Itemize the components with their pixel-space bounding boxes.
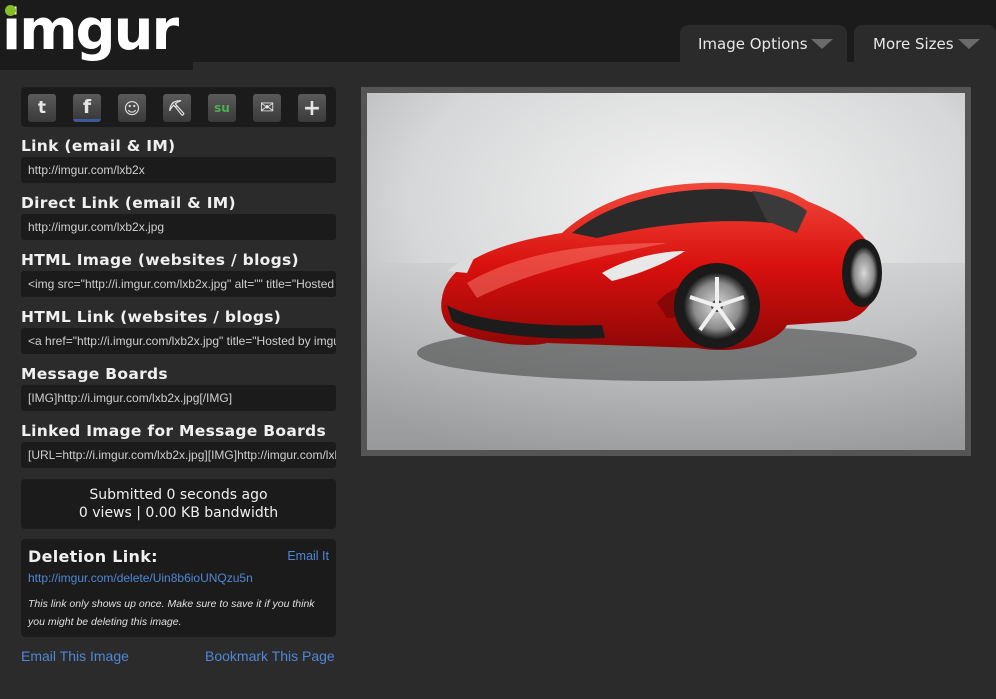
views-text: 0 views | 0.00 KB bandwidth	[78, 505, 279, 521]
reddit-icon[interactable]: ☺	[118, 94, 146, 122]
email-it-link[interactable]: Email It	[287, 549, 329, 563]
email-this-image-link[interactable]: Email This Image	[21, 648, 129, 664]
html-link-label: HTML Link (websites / blogs)	[21, 308, 282, 326]
car-photo	[367, 93, 965, 450]
bookmark-page-link[interactable]: Bookmark This Page	[205, 648, 335, 664]
share-bar: t f ☺ ⛏ su ✉ +	[21, 87, 336, 127]
direct-link-label: Direct Link (email & IM)	[21, 194, 236, 212]
linked-image-field[interactable]: [URL=http://i.imgur.com/lxb2x.jpg][IMG]h…	[21, 442, 336, 468]
email-icon[interactable]: ✉	[253, 94, 281, 122]
link-label: Link (email & IM)	[21, 137, 176, 155]
deletion-panel: Deletion Link: Email It http://imgur.com…	[21, 539, 336, 637]
digg-icon[interactable]: ⛏	[163, 94, 191, 122]
image-stats: Submitted 0 seconds ago 0 views | 0.00 K…	[21, 479, 336, 529]
facebook-icon[interactable]: f	[73, 94, 101, 122]
message-boards-field[interactable]: [IMG]http://i.imgur.com/lxb2x.jpg[/IMG]	[21, 385, 336, 411]
chevron-down-icon	[958, 39, 980, 49]
imgur-logo[interactable]: imgur	[0, 0, 193, 70]
tab-label: Image Options	[698, 34, 808, 53]
uploaded-image[interactable]	[367, 93, 965, 450]
direct-link-field[interactable]: http://imgur.com/lxb2x.jpg	[21, 214, 336, 240]
message-boards-label: Message Boards	[21, 365, 168, 383]
html-image-label: HTML Image (websites / blogs)	[21, 251, 299, 269]
stumbleupon-icon[interactable]: su	[208, 94, 236, 122]
chevron-down-icon	[811, 39, 833, 49]
deletion-url-link[interactable]: http://imgur.com/delete/Uin8b6ioUNQzu5n	[28, 571, 253, 585]
submitted-text: Submitted 0 seconds ago	[89, 487, 268, 503]
html-image-field[interactable]: <img src="http://i.imgur.com/lxb2x.jpg" …	[21, 271, 336, 297]
tab-label: More Sizes	[873, 34, 954, 53]
linked-image-label: Linked Image for Message Boards	[21, 422, 326, 440]
deletion-note: This link only shows up once. Make sure …	[28, 598, 315, 628]
twitter-icon[interactable]: t	[28, 94, 56, 122]
logo-text: imgur	[2, 0, 179, 63]
tab-more-sizes[interactable]: More Sizes	[854, 25, 996, 62]
html-link-field[interactable]: <a href="http://i.imgur.com/lxb2x.jpg" t…	[21, 328, 336, 354]
logo-dot	[5, 5, 16, 16]
plus-icon[interactable]: +	[298, 94, 326, 122]
tab-image-options[interactable]: Image Options	[680, 25, 847, 62]
link-field[interactable]: http://imgur.com/lxb2x	[21, 157, 336, 183]
deletion-title: Deletion Link:	[28, 547, 158, 566]
